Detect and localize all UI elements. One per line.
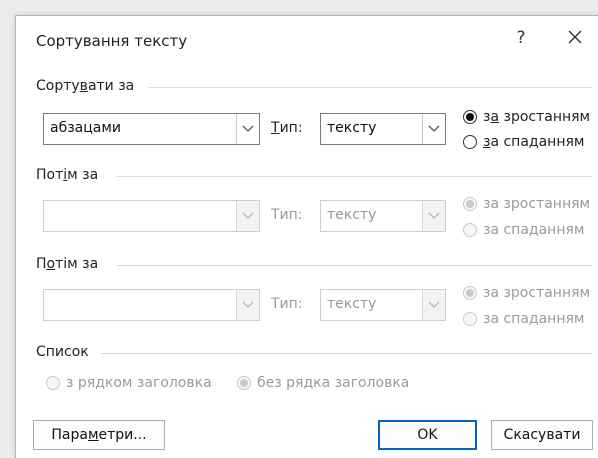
close-icon bbox=[568, 30, 582, 44]
then-by-2-type-select[interactable]: тексту bbox=[320, 289, 446, 321]
radio-checked-icon bbox=[463, 197, 477, 211]
then-by-2-label: Потім за bbox=[36, 256, 99, 272]
then-by-2-divider bbox=[116, 265, 593, 266]
sort-by-ascending-label: за зростанням bbox=[483, 109, 591, 125]
chevron-down-icon bbox=[428, 301, 440, 308]
ok-button[interactable]: OK bbox=[378, 420, 477, 450]
with-header-row-radio[interactable]: з рядком заголовка bbox=[46, 375, 212, 391]
then-by-1-type-value: тексту bbox=[327, 207, 377, 223]
radio-checked-icon bbox=[463, 110, 477, 124]
with-header-row-label: з рядком заголовка bbox=[66, 375, 212, 391]
then-by-2-type-dropdown[interactable] bbox=[422, 290, 445, 320]
then-by-2-ascending-radio[interactable]: за зростанням bbox=[463, 285, 590, 301]
radio-checked-icon bbox=[463, 286, 477, 300]
radio-unchecked-icon bbox=[463, 135, 477, 149]
sort-by-descending-label: за спаданням bbox=[483, 134, 585, 150]
chevron-down-icon bbox=[242, 212, 254, 219]
chevron-down-icon bbox=[242, 125, 254, 132]
then-by-2-type-label: Тип: bbox=[271, 296, 303, 312]
list-label: Список bbox=[36, 344, 89, 360]
sort-by-label: Сортувати за bbox=[36, 78, 135, 94]
radio-unchecked-icon bbox=[463, 312, 477, 326]
then-by-1-descending-radio[interactable]: за спаданням bbox=[463, 222, 584, 238]
sort-by-field-dropdown[interactable] bbox=[236, 114, 259, 144]
help-button[interactable]: ? bbox=[509, 28, 533, 48]
then-by-1-field-dropdown[interactable] bbox=[236, 201, 259, 231]
sort-by-type-select[interactable]: тексту bbox=[320, 113, 446, 145]
then-by-1-divider bbox=[116, 176, 593, 177]
options-button[interactable]: Параметри... bbox=[33, 420, 165, 450]
sort-by-divider bbox=[148, 87, 593, 88]
sort-by-ascending-radio[interactable]: за зростанням bbox=[463, 109, 590, 125]
close-button[interactable] bbox=[562, 24, 588, 50]
then-by-1-type-select[interactable]: тексту bbox=[320, 200, 446, 232]
then-by-2-field-dropdown[interactable] bbox=[236, 290, 259, 320]
chevron-down-icon bbox=[428, 212, 440, 219]
sort-by-field-select[interactable]: абзацами bbox=[43, 113, 260, 145]
cancel-button[interactable]: Скасувати bbox=[491, 420, 593, 450]
then-by-1-field-select[interactable] bbox=[43, 200, 260, 232]
then-by-2-descending-label: за спаданням bbox=[483, 311, 585, 327]
sort-by-type-label: Тип: bbox=[271, 120, 303, 136]
then-by-2-ascending-label: за зростанням bbox=[483, 285, 591, 301]
list-divider bbox=[100, 353, 593, 354]
without-header-row-radio[interactable]: без рядка заголовка bbox=[237, 375, 409, 391]
options-button-label: Параметри... bbox=[51, 427, 147, 443]
sort-text-dialog: Сортування тексту ? Сортувати за абзацам… bbox=[15, 15, 598, 458]
then-by-1-ascending-label: за зростанням bbox=[483, 196, 591, 212]
chevron-down-icon bbox=[428, 125, 440, 132]
then-by-2-type-value: тексту bbox=[327, 296, 377, 312]
radio-checked-icon bbox=[237, 376, 251, 390]
then-by-1-ascending-radio[interactable]: за зростанням bbox=[463, 196, 590, 212]
sort-by-type-dropdown[interactable] bbox=[422, 114, 445, 144]
radio-unchecked-icon bbox=[46, 376, 60, 390]
then-by-1-type-dropdown[interactable] bbox=[422, 201, 445, 231]
without-header-row-label: без рядка заголовка bbox=[257, 375, 410, 391]
dialog-title: Сортування тексту bbox=[36, 32, 188, 50]
then-by-2-field-select[interactable] bbox=[43, 289, 260, 321]
radio-unchecked-icon bbox=[463, 223, 477, 237]
chevron-down-icon bbox=[242, 301, 254, 308]
then-by-1-type-label: Тип: bbox=[271, 207, 303, 223]
then-by-1-label: Потім за bbox=[36, 167, 99, 183]
sort-by-type-value: тексту bbox=[327, 120, 377, 136]
sort-by-descending-radio[interactable]: за спаданням bbox=[463, 134, 584, 150]
then-by-1-descending-label: за спаданням bbox=[483, 222, 585, 238]
sort-by-field-value: абзацами bbox=[50, 120, 122, 136]
then-by-2-descending-radio[interactable]: за спаданням bbox=[463, 311, 584, 327]
